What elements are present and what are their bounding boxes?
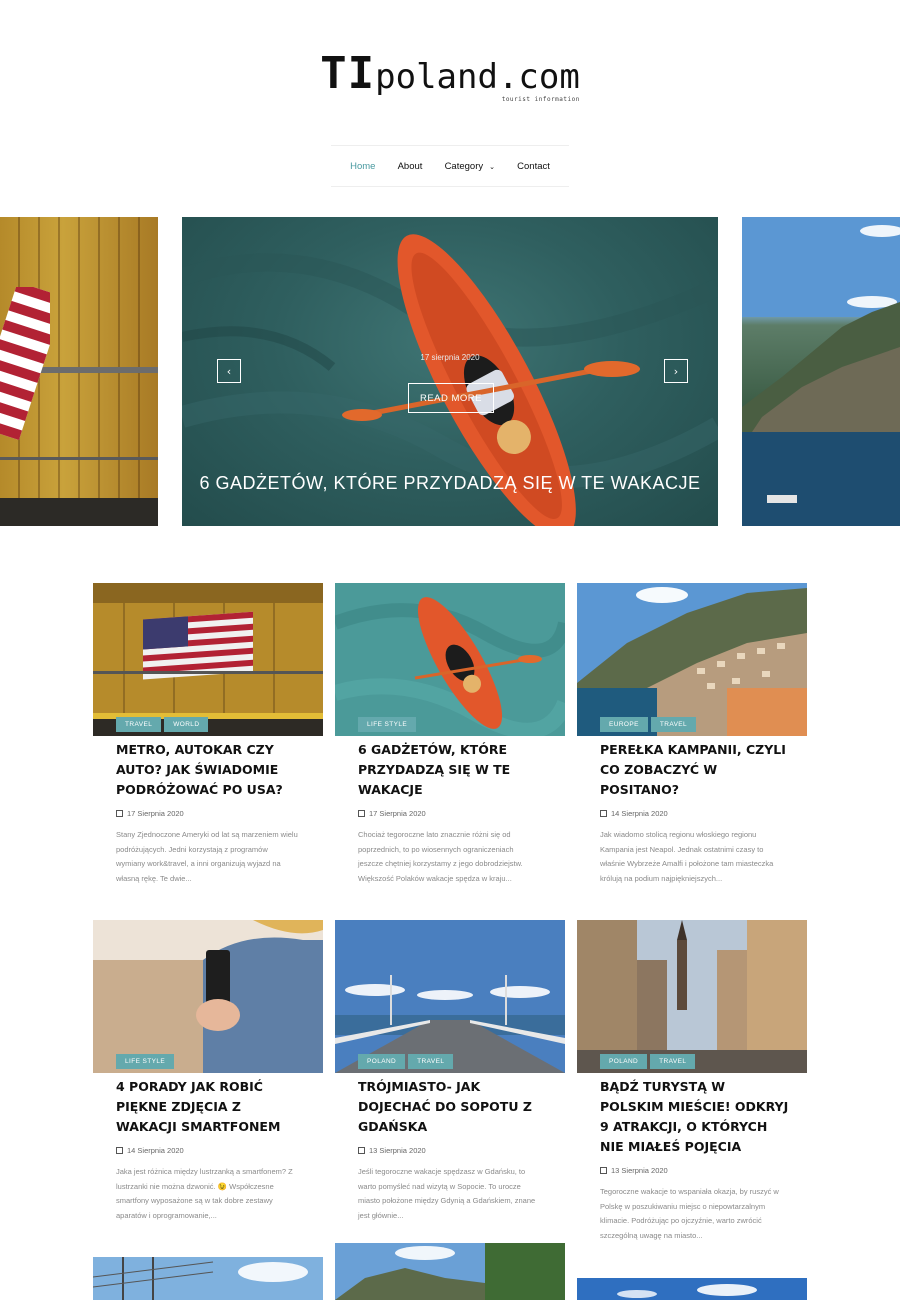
logo-ti: TI <box>320 48 376 99</box>
post-date-text: 17 Sierpnia 2020 <box>369 809 426 818</box>
logo-tagline: tourist information <box>501 96 580 103</box>
tag-link[interactable]: TRAVEL <box>650 717 697 732</box>
post-date: 13 Sierpnia 2020 <box>600 1166 790 1175</box>
slide-prev-image[interactable] <box>0 217 158 526</box>
calendar-icon <box>116 810 123 817</box>
post-date: 17 Sierpnia 2020 <box>116 809 306 818</box>
post-title[interactable]: TRÓJMIASTO- JAK DOJECHAĆ DO SOPOTU Z GDA… <box>358 1077 548 1137</box>
read-more-button[interactable]: READ MORE <box>408 383 494 413</box>
post-tags: POLAND TRAVEL <box>358 1054 454 1069</box>
calendar-icon <box>358 1147 365 1154</box>
train-base <box>0 498 158 526</box>
post-thumbnail[interactable] <box>335 920 565 1073</box>
post-date: 13 Sierpnia 2020 <box>358 1146 548 1155</box>
chevron-left-icon[interactable]: ‹ <box>217 359 241 383</box>
slide-date: 17 sierpnia 2020 <box>420 353 480 362</box>
post-thumbnail[interactable] <box>577 583 807 736</box>
slide-next-image[interactable] <box>742 217 900 526</box>
chevron-down-icon: ⌄ <box>489 163 495 171</box>
post-card: LIFE STYLE 6 GADŻETÓW, KTÓRE PRZYDADZĄ S… <box>335 583 565 913</box>
logo-domain: poland.com <box>375 57 580 97</box>
post-date: 14 Sierpnia 2020 <box>116 1146 306 1155</box>
post-excerpt: Tegoroczne wakacje to wspaniała okazja, … <box>600 1187 779 1240</box>
post-thumbnail[interactable] <box>335 583 565 736</box>
chevron-right-icon[interactable]: › <box>664 359 688 383</box>
calendar-icon <box>600 1167 607 1174</box>
post-tags: LIFE STYLE <box>358 717 417 732</box>
tag-link[interactable]: LIFE STYLE <box>358 717 417 732</box>
nav-category-label: Category <box>444 160 484 172</box>
main-nav: Home About Category ⌄ Contact <box>331 145 569 187</box>
post-thumbnail-partial[interactable] <box>577 1278 807 1300</box>
nav-contact[interactable]: Contact <box>517 161 550 172</box>
post-card: LIFE STYLE 4 PORADY JAK ROBIĆ PIĘKNE ZDJ… <box>93 920 323 1250</box>
post-title[interactable]: 4 PORADY JAK ROBIĆ PIĘKNE ZDJĘCIA Z WAKA… <box>116 1077 306 1137</box>
post-tags: EUROPE TRAVEL <box>600 717 697 732</box>
post-title[interactable]: BĄDŹ TURYSTĄ W POLSKIM MIEŚCIE! ODKRYJ 9… <box>600 1077 790 1157</box>
train-rail-lower <box>0 457 158 460</box>
tag-link[interactable]: EUROPE <box>600 717 648 732</box>
calendar-icon <box>600 810 607 817</box>
post-title[interactable]: 6 GADŻETÓW, KTÓRE PRZYDADZĄ SIĘ W TE WAK… <box>358 740 548 800</box>
post-card: POLAND TRAVEL TRÓJMIASTO- JAK DOJECHAĆ D… <box>335 920 565 1250</box>
post-date-text: 14 Sierpnia 2020 <box>127 1146 184 1155</box>
post-thumbnail[interactable] <box>93 920 323 1073</box>
post-date-text: 17 Sierpnia 2020 <box>127 809 184 818</box>
post-thumbnail-partial[interactable] <box>93 1257 323 1300</box>
post-excerpt: Stany Zjednoczone Ameryki od lat są marz… <box>116 830 298 883</box>
post-card: EUROPE TRAVEL PEREŁKA KAMPANII, CZYLI CO… <box>577 583 807 913</box>
post-excerpt: Jaka jest różnica między lustrzanką a sm… <box>116 1167 293 1220</box>
post-date-text: 13 Sierpnia 2020 <box>611 1166 668 1175</box>
post-date-text: 14 Sierpnia 2020 <box>611 809 668 818</box>
post-thumbnail-partial[interactable] <box>335 1243 565 1300</box>
slide-current[interactable]: 17 sierpnia 2020 READ MORE ‹ › 6 GADŻETÓ… <box>182 217 718 526</box>
calendar-icon <box>358 810 365 817</box>
tag-link[interactable]: WORLD <box>164 717 209 732</box>
coast-image <box>742 217 900 526</box>
calendar-icon <box>116 1147 123 1154</box>
post-tags: TRAVEL WORLD <box>116 717 209 732</box>
slide-title[interactable]: 6 GADŻETÓW, KTÓRE PRZYDADZĄ SIĘ W TE WAK… <box>182 473 718 494</box>
post-tags: POLAND TRAVEL <box>600 1054 696 1069</box>
post-excerpt: Jak wiadomo stolicą regionu włoskiego re… <box>600 830 774 883</box>
post-excerpt: Jeśli tegoroczne wakacje spędzasz w Gdań… <box>358 1167 536 1220</box>
post-date: 17 Sierpnia 2020 <box>358 809 548 818</box>
nav-category[interactable]: Category ⌄ <box>445 161 495 172</box>
tag-link[interactable]: TRAVEL <box>116 717 162 732</box>
nav-about[interactable]: About <box>398 161 423 172</box>
tag-link[interactable]: TRAVEL <box>650 1054 696 1069</box>
nav-home[interactable]: Home <box>350 161 375 172</box>
tag-link[interactable]: POLAND <box>600 1054 648 1069</box>
post-tags: LIFE STYLE <box>116 1054 175 1069</box>
post-title[interactable]: METRO, AUTOKAR CZY AUTO? JAK ŚWIADOMIE P… <box>116 740 306 800</box>
post-thumbnail[interactable] <box>577 920 807 1073</box>
post-card: TRAVEL WORLD METRO, AUTOKAR CZY AUTO? JA… <box>93 583 323 913</box>
post-card: POLAND TRAVEL BĄDŹ TURYSTĄ W POLSKIM MIE… <box>577 920 807 1270</box>
post-date: 14 Sierpnia 2020 <box>600 809 790 818</box>
post-date-text: 13 Sierpnia 2020 <box>369 1146 426 1155</box>
site-logo[interactable]: TIpoland.com tourist information <box>0 48 900 103</box>
post-thumbnail[interactable] <box>93 583 323 736</box>
tag-link[interactable]: TRAVEL <box>408 1054 454 1069</box>
post-title[interactable]: PEREŁKA KAMPANII, CZYLI CO ZOBACZYĆ W PO… <box>600 740 790 800</box>
tag-link[interactable]: POLAND <box>358 1054 406 1069</box>
post-excerpt: Chociaż tegoroczne lato znacznie różni s… <box>358 830 523 883</box>
tag-link[interactable]: LIFE STYLE <box>116 1054 175 1069</box>
flag-image <box>0 287 50 440</box>
